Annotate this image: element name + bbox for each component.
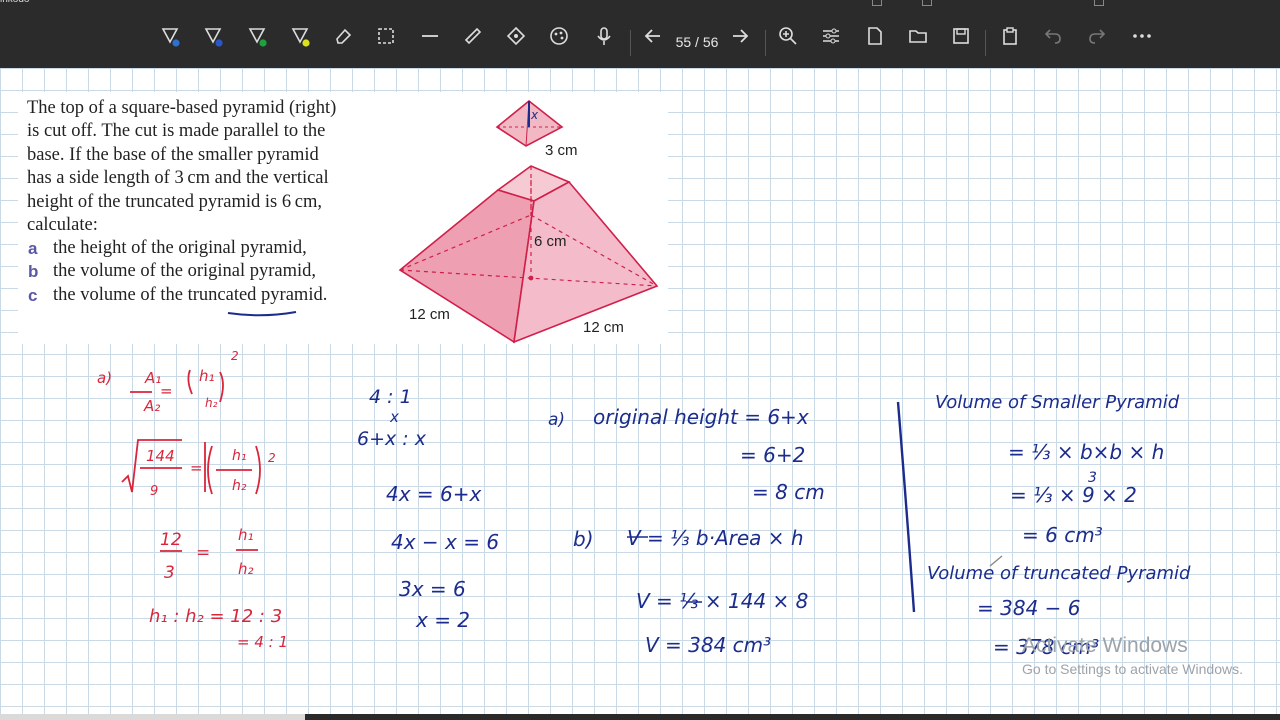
- dim-label-small-side: 3 cm: [545, 142, 578, 159]
- hw-frac-top: 12: [160, 530, 182, 550]
- taskbar: [0, 714, 1280, 720]
- hw-equation: = 6 cm³: [1022, 523, 1103, 547]
- hw-ratio-bottom: A₂: [144, 397, 161, 415]
- hw-equation: = ⅓ × b×b × h: [1008, 440, 1165, 464]
- hw-h-top: h₁: [238, 526, 254, 544]
- hw-equation: = 384 − 6: [977, 596, 1081, 620]
- hw-ratio-top: A₁: [145, 369, 162, 387]
- dim-label-height: 6 cm: [534, 233, 567, 250]
- hw-sqrt-bottom: 9: [150, 484, 159, 499]
- hw-equation: = ⅓ × 9 × 2: [1010, 483, 1137, 507]
- small-height-mark: x: [531, 108, 539, 122]
- hw-x-mark: x: [390, 408, 399, 426]
- small-pyramid: [495, 99, 564, 147]
- hw-ratio-line: h₁ : h₂ = 12 : 3: [149, 606, 283, 627]
- hw-volume-formula: V = ⅓ b·Area × h: [627, 526, 804, 550]
- underline-stroke: [227, 311, 297, 317]
- hw-sqrt-top: 144: [146, 447, 175, 465]
- hw-equation: 3x = 6: [399, 577, 466, 601]
- hw-h-bottom: h₂: [205, 396, 218, 410]
- hw-h-bottom: h₂: [238, 560, 254, 578]
- hw-frac-bottom: 3: [164, 563, 175, 583]
- hw-ratio-line2: = 4 : 1: [237, 633, 289, 651]
- activation-watermark-text: Go to Settings to activate Windows.: [1022, 661, 1243, 677]
- hw-equation: = 8 cm: [752, 480, 825, 504]
- hw-exponent: 2: [231, 349, 239, 363]
- hw-h-top: h₁: [199, 367, 215, 385]
- hw-heading: Volume of Smaller Pyramid: [935, 392, 1180, 413]
- hw-ratio: 4 : 1: [369, 386, 412, 408]
- hw-equation: x = 2: [416, 608, 471, 632]
- hw-ratio-expr: 6+x : x: [357, 428, 426, 450]
- hw-equation: = 6+2: [740, 443, 806, 467]
- hw-h-bottom: h₂: [232, 478, 247, 494]
- hw-h-top: h₁: [232, 448, 247, 464]
- hw-part-label: b): [573, 527, 594, 551]
- hw-equation: V = ⅓ × 144 × 8: [636, 589, 809, 613]
- dim-label-base-right: 12 cm: [583, 319, 624, 336]
- activation-watermark-title: Activate Windows: [1022, 634, 1188, 657]
- hw-heading: Volume of truncated Pyramid: [927, 563, 1191, 584]
- hw-equation: V = 384 cm³: [645, 633, 772, 657]
- hw-equation: 4x = 6+x: [386, 482, 482, 506]
- dim-label-base-left: 12 cm: [409, 306, 450, 323]
- hw-equation: 4x − x = 6: [391, 530, 500, 554]
- hw-part-label: a): [548, 410, 566, 430]
- hw-original-height: original height = 6+x: [593, 405, 809, 429]
- hw-exponent: 2: [268, 451, 276, 465]
- hw-part-label: a): [97, 369, 113, 387]
